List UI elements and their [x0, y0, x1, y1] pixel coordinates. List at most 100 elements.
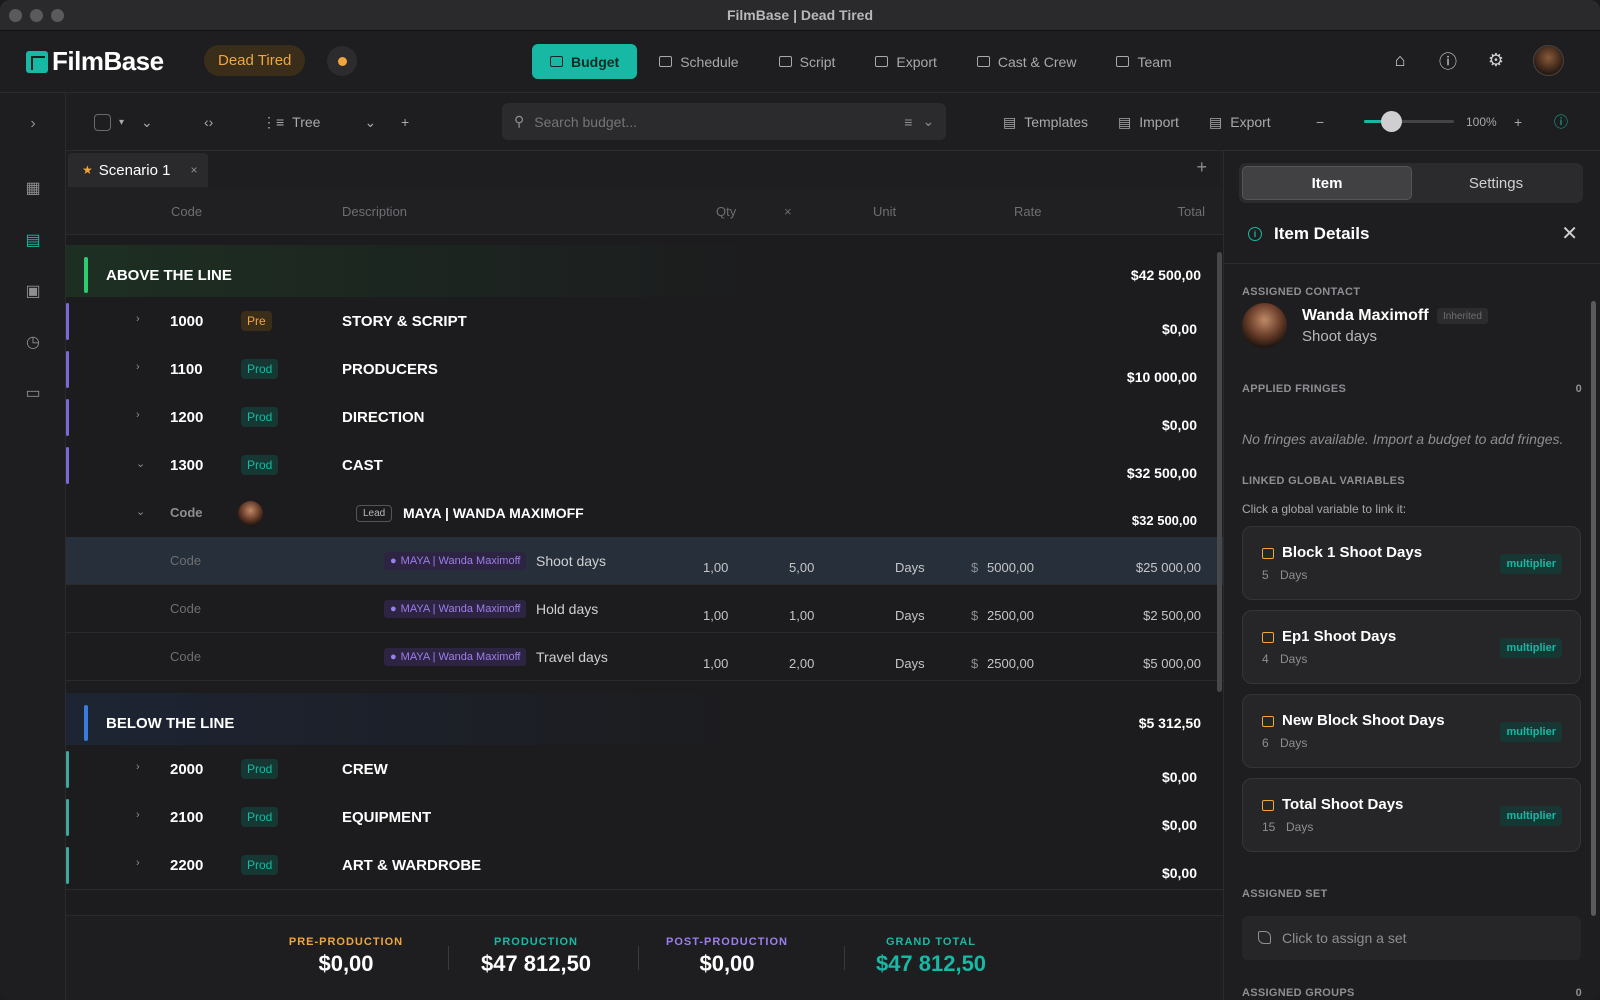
section-below-the-line[interactable]: BELOW THE LINE $5 312,50 [66, 693, 1223, 753]
global-variable-card[interactable]: Ep1 Shoot Days 4 Days multiplier [1242, 610, 1581, 684]
section-above-the-line[interactable]: ABOVE THE LINE $42 500,00 [66, 245, 1223, 305]
contact-chip[interactable]: ● MAYA | Wanda Maximoff [384, 648, 527, 666]
user-avatar[interactable] [1533, 45, 1564, 76]
chevron-right-icon[interactable]: › [136, 361, 140, 373]
money-icon[interactable]: ▣ [24, 283, 42, 300]
home-icon[interactable]: ⌂ [1389, 50, 1411, 72]
account-row[interactable]: › 2200 Prod ART & WARDROBE $0,00 [66, 841, 1223, 890]
tab-schedule[interactable]: Schedule [641, 44, 756, 79]
zoom-slider[interactable] [1364, 111, 1454, 132]
chevron-down-icon[interactable]: ⌄ [136, 505, 145, 518]
expand-sidebar-icon[interactable]: › [24, 115, 42, 132]
chevron-right-icon[interactable]: › [136, 761, 140, 773]
sub-account-row[interactable]: ⌄ Code Lead MAYA | WANDA MAXIMOFF $32 50… [66, 489, 1223, 538]
view-mode-select[interactable]: ⋮≡ Tree ⌄ [262, 93, 376, 151]
select-all-checkbox[interactable] [94, 113, 111, 131]
assign-set-field[interactable]: Click to assign a set [1242, 916, 1581, 960]
chevron-down-icon[interactable]: ▾ [119, 117, 124, 128]
cash-icon[interactable]: ▭ [24, 385, 42, 402]
line-unit[interactable]: Days [895, 608, 925, 623]
import-button[interactable]: ▤ Import [1118, 93, 1179, 151]
global-variable-card[interactable]: New Block Shoot Days 6 Days multiplier [1242, 694, 1581, 768]
templates-button[interactable]: ▤ Templates [1003, 93, 1088, 151]
chevron-right-icon[interactable]: › [136, 409, 140, 421]
select-all[interactable]: ▾ [94, 93, 124, 151]
line-item-row[interactable]: Code ● MAYA | Wanda Maximoff Hold days 1,… [66, 585, 1223, 633]
budget-table-icon[interactable]: ▤ [24, 232, 42, 249]
line-item-row[interactable]: Code ● MAYA | Wanda Maximoff Shoot days 1… [66, 537, 1223, 585]
col-rate[interactable]: Rate [1014, 204, 1041, 219]
zoom-slider-knob[interactable] [1381, 111, 1402, 132]
account-row[interactable]: › 2000 Prod CREW $0,00 [66, 745, 1223, 794]
app-logo[interactable]: FilmBase [26, 46, 164, 77]
panel-scrollbar[interactable] [1591, 301, 1596, 916]
tab-settings[interactable]: Settings [1412, 166, 1580, 200]
filter-icon[interactable]: ≡ [904, 114, 912, 130]
global-variable-card[interactable]: Total Shoot Days 15 Days multiplier [1242, 778, 1581, 852]
calendar-clock-icon[interactable]: ◷ [24, 334, 42, 351]
zoom-in-icon[interactable]: + [1514, 93, 1522, 151]
line-unit[interactable]: Days [895, 560, 925, 575]
contact-avatar[interactable] [1242, 303, 1287, 348]
add-tab-icon[interactable]: + [1196, 157, 1207, 178]
tab-budget[interactable]: Budget [532, 44, 638, 79]
account-row[interactable]: › 1200 Prod DIRECTION $0,00 [66, 393, 1223, 442]
line-rate[interactable]: 2500,00 [987, 608, 1034, 623]
close-window-button[interactable] [9, 9, 22, 22]
tab-cast-crew[interactable]: Cast & Crew [959, 44, 1095, 79]
zoom-window-button[interactable] [51, 9, 64, 22]
chevron-right-icon[interactable]: › [136, 313, 140, 325]
tab-item[interactable]: Item [1242, 166, 1412, 200]
tab-export[interactable]: Export [857, 44, 954, 79]
col-unit[interactable]: Unit [873, 204, 896, 219]
collapse-icon[interactable]: ⌄ [141, 93, 153, 151]
close-icon[interactable]: × [190, 163, 197, 177]
contact-chip[interactable]: ● MAYA | Wanda Maximoff [384, 552, 527, 570]
tab-script[interactable]: Script [761, 44, 854, 79]
gear-icon[interactable]: ⚙ [1485, 50, 1507, 72]
grid-scrollbar[interactable] [1217, 252, 1222, 692]
line-rate[interactable]: 2500,00 [987, 656, 1034, 671]
search-input[interactable] [534, 113, 895, 130]
chevron-right-icon[interactable]: › [136, 809, 140, 821]
chevron-down-icon[interactable]: ⌄ [922, 113, 934, 130]
account-row[interactable]: › 1100 Prod PRODUCERS $10 000,00 [66, 345, 1223, 394]
tab-team[interactable]: Team [1098, 44, 1189, 79]
line-item-row[interactable]: Code ● MAYA | Wanda Maximoff Travel days … [66, 633, 1223, 681]
minimize-window-button[interactable] [30, 9, 43, 22]
line-qty[interactable]: 1,00 [703, 560, 728, 575]
contact-name[interactable]: Wanda Maximoff [1302, 307, 1429, 325]
export-button[interactable]: ▤ Export [1209, 93, 1271, 151]
line-unit[interactable]: Days [895, 656, 925, 671]
account-row[interactable]: ⌄ 1300 Prod CAST $32 500,00 [66, 441, 1223, 490]
phase-badge: Prod [241, 359, 279, 379]
project-selector[interactable]: Dead Tired [204, 45, 306, 76]
info-icon[interactable]: ⓘ [1554, 93, 1568, 151]
line-rate[interactable]: 5000,00 [987, 560, 1034, 575]
contact-chip[interactable]: ● MAYA | Wanda Maximoff [384, 600, 527, 618]
col-multiplier[interactable]: × [784, 204, 792, 219]
account-row[interactable]: › 1000 Pre STORY & SCRIPT $0,00 [66, 297, 1223, 346]
line-qty[interactable]: 1,00 [703, 656, 728, 671]
zoom-out-icon[interactable]: − [1316, 93, 1324, 151]
line-multiplier[interactable]: 1,00 [789, 608, 814, 623]
dashboard-icon[interactable]: ▦ [24, 180, 42, 197]
account-row[interactable]: › 2100 Prod EQUIPMENT $0,00 [66, 793, 1223, 842]
line-qty[interactable]: 1,00 [703, 608, 728, 623]
col-total[interactable]: Total [1178, 204, 1205, 219]
code-view-icon[interactable]: ‹› [204, 93, 213, 151]
scenario-tab[interactable]: ★ Scenario 1 × [68, 153, 208, 187]
global-variable-card[interactable]: Block 1 Shoot Days 5 Days multiplier [1242, 526, 1581, 600]
col-code[interactable]: Code [171, 204, 202, 219]
close-icon[interactable]: ✕ [1561, 221, 1578, 246]
chevron-down-icon[interactable]: ⌄ [136, 457, 145, 470]
project-status-indicator[interactable] [327, 46, 357, 76]
help-icon[interactable]: ⓘ [1437, 50, 1459, 72]
col-description[interactable]: Description [342, 204, 407, 219]
line-multiplier[interactable]: 2,00 [789, 656, 814, 671]
col-qty[interactable]: Qty [716, 204, 736, 219]
contact-avatar[interactable] [238, 501, 263, 526]
chevron-right-icon[interactable]: › [136, 857, 140, 869]
line-multiplier[interactable]: 5,00 [789, 560, 814, 575]
add-icon[interactable]: + [401, 93, 409, 151]
